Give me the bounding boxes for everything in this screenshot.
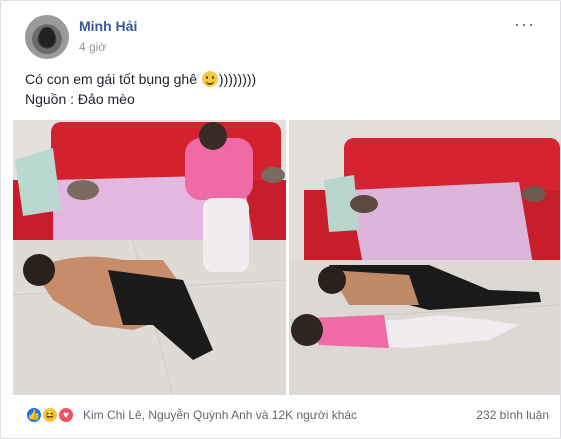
post-time[interactable]: 4 giờ [79, 40, 106, 54]
photo-2[interactable] [289, 120, 560, 395]
post-header: Minh Hải 4 giờ ··· [25, 15, 535, 59]
more-horizontal-icon[interactable]: ··· [514, 15, 535, 33]
post-text-line-2: Nguồn : Đảo mèo [25, 91, 135, 107]
author-name[interactable]: Minh Hải [79, 18, 137, 34]
post-text-suffix: )))))))) [218, 71, 257, 87]
post-text: Có con em gái tốt bụng ghê )))))))) Nguồ… [25, 69, 256, 109]
reaction-icons[interactable]: 👍 😆 ♥ [25, 406, 81, 424]
post-card: Minh Hải 4 giờ ··· Có con em gái tốt bụn… [0, 0, 561, 439]
comments-count[interactable]: 232 bình luận [476, 408, 549, 422]
smile-emoji-icon [201, 71, 218, 87]
avatar[interactable] [25, 15, 69, 59]
love-reaction-icon: ♥ [57, 406, 75, 424]
post-text-main: Có con em gái tốt bụng ghê [25, 71, 198, 87]
post-footer: 👍 😆 ♥ Kim Chi Lê, Nguyễn Quỳnh Anh và 12… [25, 405, 549, 427]
reaction-names[interactable]: Kim Chi Lê, Nguyễn Quỳnh Anh và 12K ngườ… [83, 408, 357, 422]
photo-1[interactable] [13, 120, 286, 395]
post-text-line-1: Có con em gái tốt bụng ghê )))))))) [25, 69, 256, 89]
photo-grid [13, 120, 560, 395]
